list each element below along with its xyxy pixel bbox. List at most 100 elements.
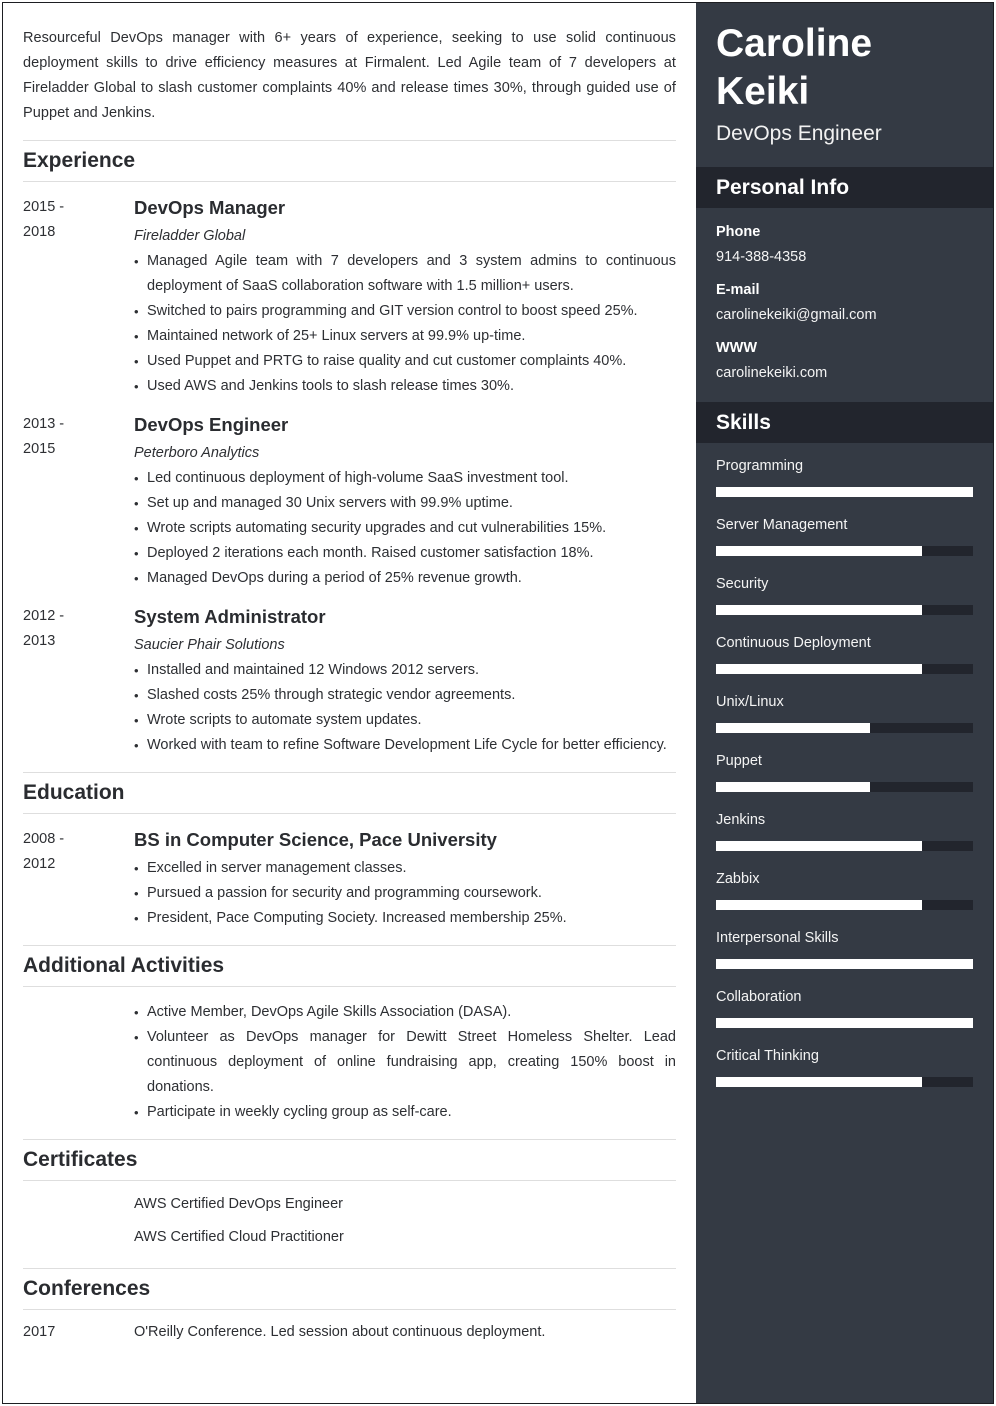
date-start: 2015 - xyxy=(23,199,65,215)
skill-name: Puppet xyxy=(716,753,762,769)
date-start: 2008 - xyxy=(23,831,65,847)
skill-bar-track xyxy=(716,959,973,969)
skill-item: Unix/Linux xyxy=(716,691,973,750)
conferences-list: 2017 O'Reilly Conference. Led session abo… xyxy=(23,1320,676,1345)
resume-page: Resourceful DevOps manager with 6+ years… xyxy=(2,2,994,1404)
skill-item: Jenkins xyxy=(716,809,973,868)
bullet-item: Used AWS and Jenkins tools to slash rele… xyxy=(134,374,676,399)
skill-item: Collaboration xyxy=(716,986,973,1045)
job-dates: 2013 - 2015 xyxy=(23,412,134,591)
skill-bar-track xyxy=(716,782,973,792)
section-title: Experience xyxy=(23,149,136,172)
phone-value: 914-388-4358 xyxy=(716,249,807,265)
date-end: 2012 xyxy=(23,856,56,872)
bullet-item: Installed and maintained 12 Windows 2012… xyxy=(134,658,676,683)
bullet-item: Used Puppet and PRTG to raise quality an… xyxy=(134,349,676,374)
personal-info: Phone 914-388-4358 E-mail carolinekeiki@… xyxy=(696,208,993,402)
activities-bullets: Active Member, DevOps Agile Skills Assoc… xyxy=(134,1000,676,1125)
www-value[interactable]: carolinekeiki.com xyxy=(716,361,973,386)
conference-year: 2017 xyxy=(23,1324,56,1340)
certificate-item: AWS Certified Cloud Practitioner xyxy=(134,1229,344,1245)
conference-text: O'Reilly Conference. Led session about c… xyxy=(134,1324,546,1340)
company-name: Saucier Phair Solutions xyxy=(134,637,285,653)
date-start: 2012 - xyxy=(23,608,65,624)
section-activities: Additional Activities xyxy=(23,945,676,987)
skill-name: Continuous Deployment xyxy=(716,635,871,651)
company-name: Fireladder Global xyxy=(134,228,246,244)
skill-bar-track xyxy=(716,664,973,674)
bullet-item: Managed DevOps during a period of 25% re… xyxy=(134,566,676,591)
first-name: Caroline xyxy=(716,22,873,65)
activities-entry: Active Member, DevOps Agile Skills Assoc… xyxy=(23,1000,676,1125)
skill-bar-fill xyxy=(716,1077,922,1087)
candidate-name: Caroline Keiki xyxy=(696,3,993,116)
skill-item: Interpersonal Skills xyxy=(716,927,973,986)
bullet-item: Volunteer as DevOps manager for Dewitt S… xyxy=(134,1025,676,1100)
skill-name: Jenkins xyxy=(716,812,766,828)
skill-bar-fill xyxy=(716,723,871,733)
date-end: 2013 xyxy=(23,633,56,649)
skill-bar-fill xyxy=(716,664,922,674)
skill-name: Security xyxy=(716,576,769,592)
skill-name: Interpersonal Skills xyxy=(716,930,839,946)
job-dates: 2012 - 2013 xyxy=(23,604,134,758)
bullet-item: Deployed 2 iterations each month. Raised… xyxy=(134,541,676,566)
job-title: DevOps Engineer xyxy=(134,414,289,435)
skill-bar-fill xyxy=(716,841,922,851)
section-conferences: Conferences xyxy=(23,1268,676,1310)
date-start: 2013 - xyxy=(23,416,65,432)
bullet-item: Set up and managed 30 Unix servers with … xyxy=(134,491,676,516)
last-name: Keiki xyxy=(716,70,810,113)
job-title: System Administrator xyxy=(134,606,326,627)
bullet-item: Worked with team to refine Software Deve… xyxy=(134,733,676,758)
skill-name: Server Management xyxy=(716,517,848,533)
email-label: E-mail xyxy=(716,282,760,298)
skill-name: Programming xyxy=(716,458,804,474)
bullet-item: Maintained network of 25+ Linux servers … xyxy=(134,324,676,349)
skill-name: Unix/Linux xyxy=(716,694,784,710)
section-title: Certificates xyxy=(23,1148,138,1171)
skill-bar-fill xyxy=(716,487,973,497)
sidebar: Caroline Keiki DevOps Engineer Personal … xyxy=(696,3,993,1403)
email-value[interactable]: carolinekeiki@gmail.com xyxy=(716,303,973,328)
bullet-item: President, Pace Computing Society. Incre… xyxy=(134,906,676,931)
job-body: System Administrator Saucier Phair Soluti… xyxy=(134,604,676,758)
bullet-item: Participate in weekly cycling group as s… xyxy=(134,1100,676,1125)
education-entry: 2008 - 2012 BS in Computer Science, Pace… xyxy=(23,827,676,931)
job-bullets: Installed and maintained 12 Windows 2012… xyxy=(134,658,676,758)
skill-name: Collaboration xyxy=(716,989,802,1005)
skill-bar-fill xyxy=(716,959,973,969)
phone-label: Phone xyxy=(716,224,761,240)
certificate-item: AWS Certified DevOps Engineer xyxy=(134,1196,343,1212)
education-date: 2008 - 2012 xyxy=(23,827,134,931)
skill-item: Server Management xyxy=(716,514,973,573)
skill-bar-track xyxy=(716,487,973,497)
personal-info-heading: Personal Info xyxy=(696,167,993,208)
experience-entry: 2012 - 2013 System Administrator Saucier Ph… xyxy=(23,604,676,758)
skill-bar-fill xyxy=(716,900,922,910)
skills-heading: Skills xyxy=(696,402,993,443)
bullet-item: Pursued a passion for security and progr… xyxy=(134,881,676,906)
summary: Resourceful DevOps manager with 6+ years… xyxy=(23,30,676,121)
skill-bar-fill xyxy=(716,1018,973,1028)
education-bullets: Excelled in server management classes.Pu… xyxy=(134,856,676,931)
skill-bar-track xyxy=(716,1018,973,1028)
bullet-item: Wrote scripts to automate system updates… xyxy=(134,708,676,733)
job-body: DevOps Manager Fireladder Global Managed A… xyxy=(134,195,676,399)
job-bullets: Led continuous deployment of high-volume… xyxy=(134,466,676,591)
bullet-item: Led continuous deployment of high-volume… xyxy=(134,466,676,491)
skill-bar-track xyxy=(716,841,973,851)
skill-bar-track xyxy=(716,1077,973,1087)
job-dates: 2015 - 2018 xyxy=(23,195,134,399)
bullet-item: Slashed costs 25% through strategic vend… xyxy=(134,683,676,708)
main-column: Resourceful DevOps manager with 6+ years… xyxy=(3,3,696,1403)
skills-list: Programming Server Management Security Cont… xyxy=(696,443,993,1104)
job-body: DevOps Engineer Peterboro Analytics Led co… xyxy=(134,412,676,591)
job-title: DevOps Manager xyxy=(134,197,286,218)
section-experience: Experience xyxy=(23,140,676,182)
section-title: Education xyxy=(23,781,125,804)
skill-bar-track xyxy=(716,546,973,556)
job-bullets: Managed Agile team with 7 developers and… xyxy=(134,249,676,399)
skill-bar-track xyxy=(716,900,973,910)
conference-item: 2017 O'Reilly Conference. Led session abo… xyxy=(23,1320,676,1345)
